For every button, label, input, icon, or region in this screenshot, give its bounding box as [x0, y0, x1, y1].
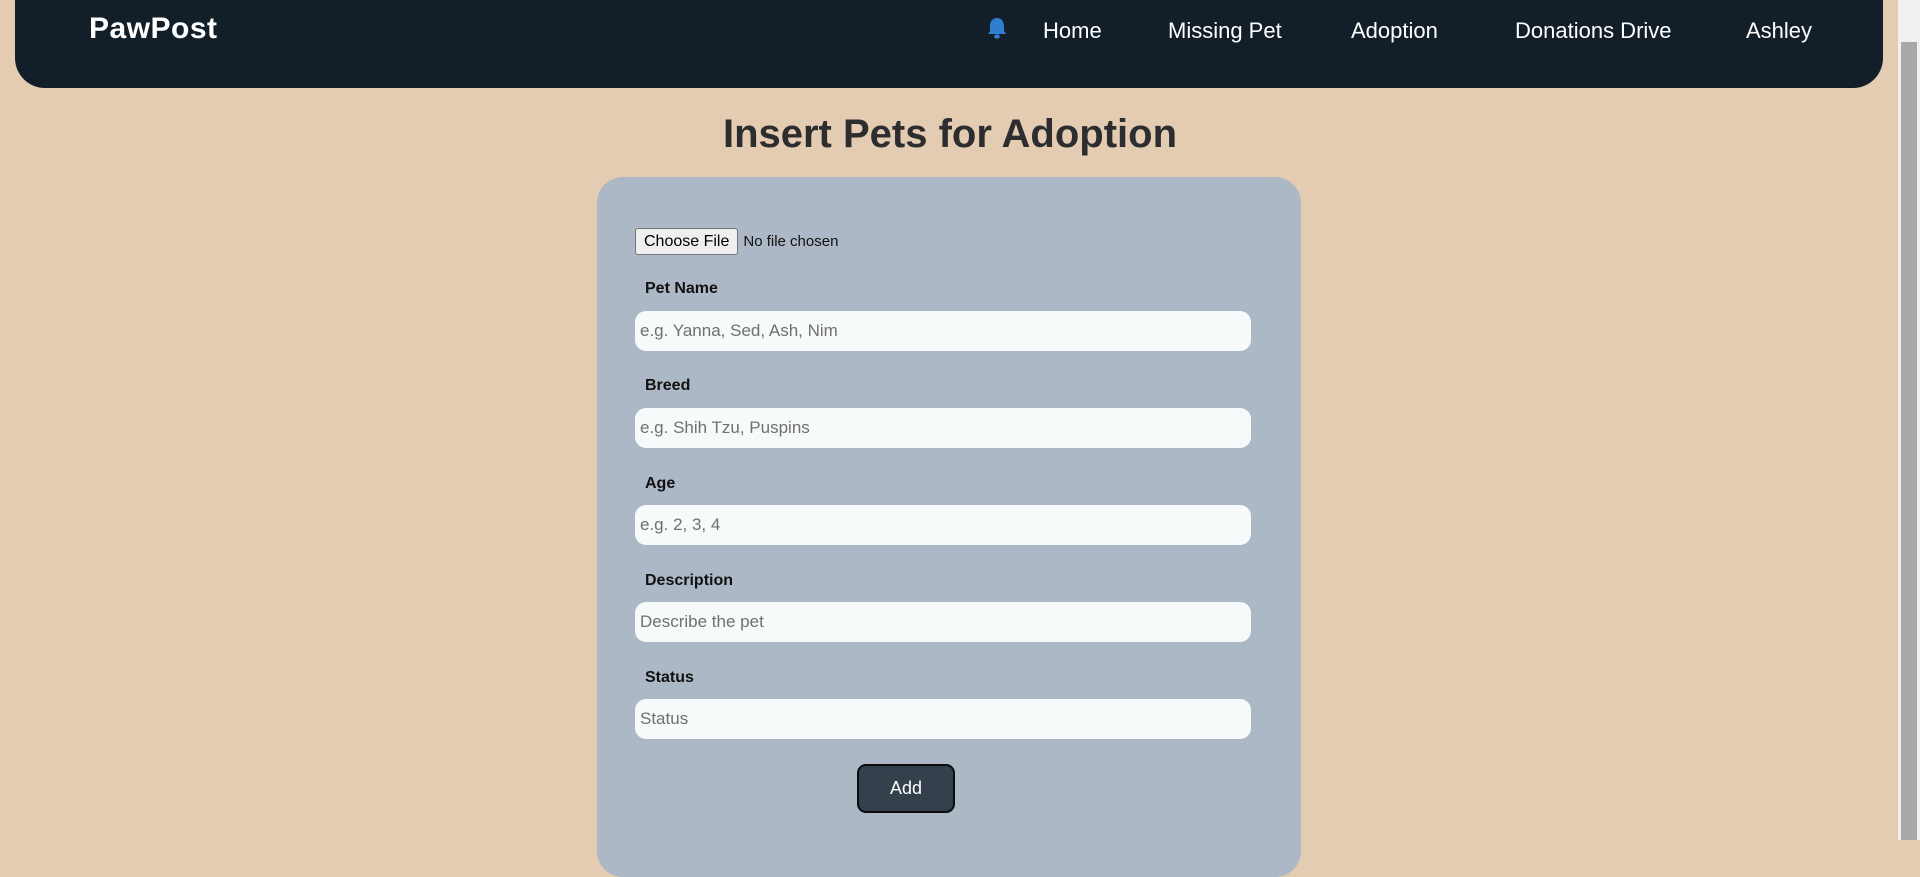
breed-input[interactable]: [635, 408, 1251, 448]
adoption-form: Choose File No file chosen Pet Name Bree…: [597, 177, 1301, 877]
file-upload-row: Choose File No file chosen: [635, 228, 838, 255]
nav-user-menu[interactable]: Ashley: [1746, 18, 1812, 44]
file-status-text: No file chosen: [743, 233, 839, 250]
choose-file-button[interactable]: Choose File: [635, 228, 739, 255]
status-label: Status: [645, 669, 694, 686]
nav-adoption-link[interactable]: Adoption: [1351, 18, 1438, 44]
age-label: Age: [645, 475, 676, 492]
top-navbar: PawPost Home Missing Pet Adoption Donati…: [15, 0, 1883, 88]
add-button[interactable]: Add: [857, 764, 955, 813]
brand-logo[interactable]: PawPost: [89, 12, 218, 46]
vertical-scrollbar[interactable]: [1898, 0, 1920, 840]
scrollbar-thumb[interactable]: [1901, 42, 1917, 840]
status-input[interactable]: [635, 699, 1251, 739]
nav-home-link[interactable]: Home: [1043, 18, 1102, 44]
description-input[interactable]: [635, 602, 1251, 642]
age-input[interactable]: [635, 505, 1251, 545]
description-label: Description: [645, 572, 734, 589]
nav-missing-pet-link[interactable]: Missing Pet: [1168, 18, 1282, 44]
breed-label: Breed: [645, 377, 691, 394]
pet-name-label: Pet Name: [645, 280, 718, 297]
nav-donations-drive-link[interactable]: Donations Drive: [1515, 18, 1672, 44]
bell-icon[interactable]: [985, 16, 1009, 42]
page-title: Insert Pets for Adoption: [722, 112, 1178, 156]
pet-name-input[interactable]: [635, 311, 1251, 351]
